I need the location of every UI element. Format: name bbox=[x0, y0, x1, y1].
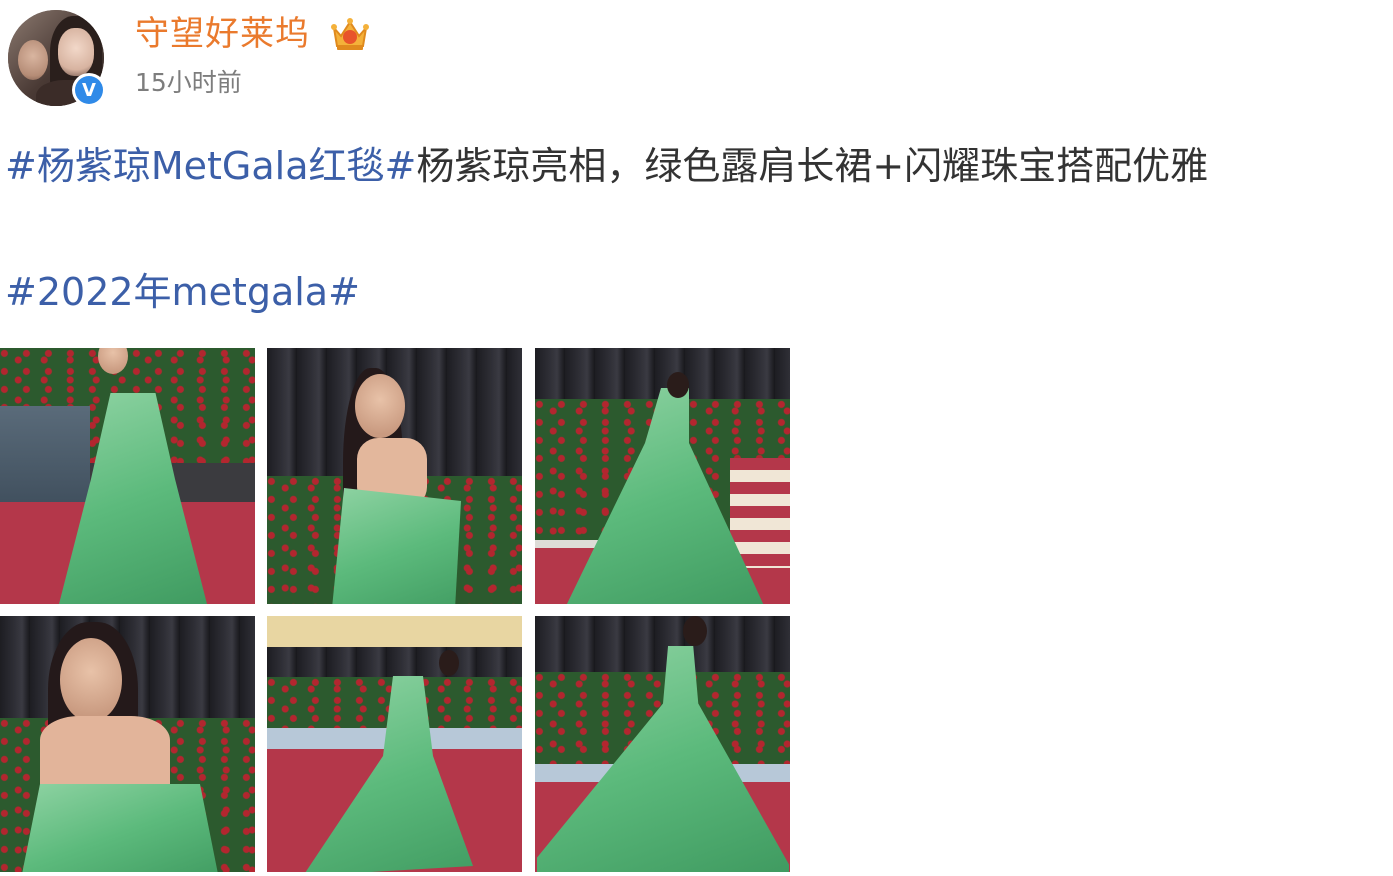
photo-5[interactable] bbox=[267, 616, 522, 872]
post-header: V 守望好莱坞 15小时前 bbox=[0, 0, 1393, 120]
photo-1[interactable] bbox=[0, 348, 255, 604]
photo-grid bbox=[0, 348, 792, 874]
photo-3[interactable] bbox=[535, 348, 790, 604]
verified-glyph: V bbox=[75, 76, 103, 104]
crown-icon[interactable] bbox=[330, 14, 370, 54]
post-time: 15小时前 bbox=[135, 68, 242, 97]
photo-6[interactable] bbox=[535, 616, 790, 872]
post-text-line2: #2022年metgala# bbox=[5, 264, 360, 320]
username-link[interactable]: 守望好莱坞 bbox=[135, 10, 310, 58]
photo-4[interactable] bbox=[0, 616, 255, 872]
hashtag-link[interactable]: #杨紫琼MetGala红毯# bbox=[5, 144, 416, 188]
hashtag-link[interactable]: #2022年metgala# bbox=[5, 270, 360, 314]
post-text: #杨紫琼MetGala红毯#杨紫琼亮相，绿色露肩长裙+闪耀珠宝搭配优雅 bbox=[5, 138, 1385, 194]
post-body-text: 杨紫琼亮相，绿色露肩长裙+闪耀珠宝搭配优雅 bbox=[416, 144, 1209, 188]
photo-2[interactable] bbox=[267, 348, 522, 604]
verified-badge-icon: V bbox=[72, 73, 106, 107]
